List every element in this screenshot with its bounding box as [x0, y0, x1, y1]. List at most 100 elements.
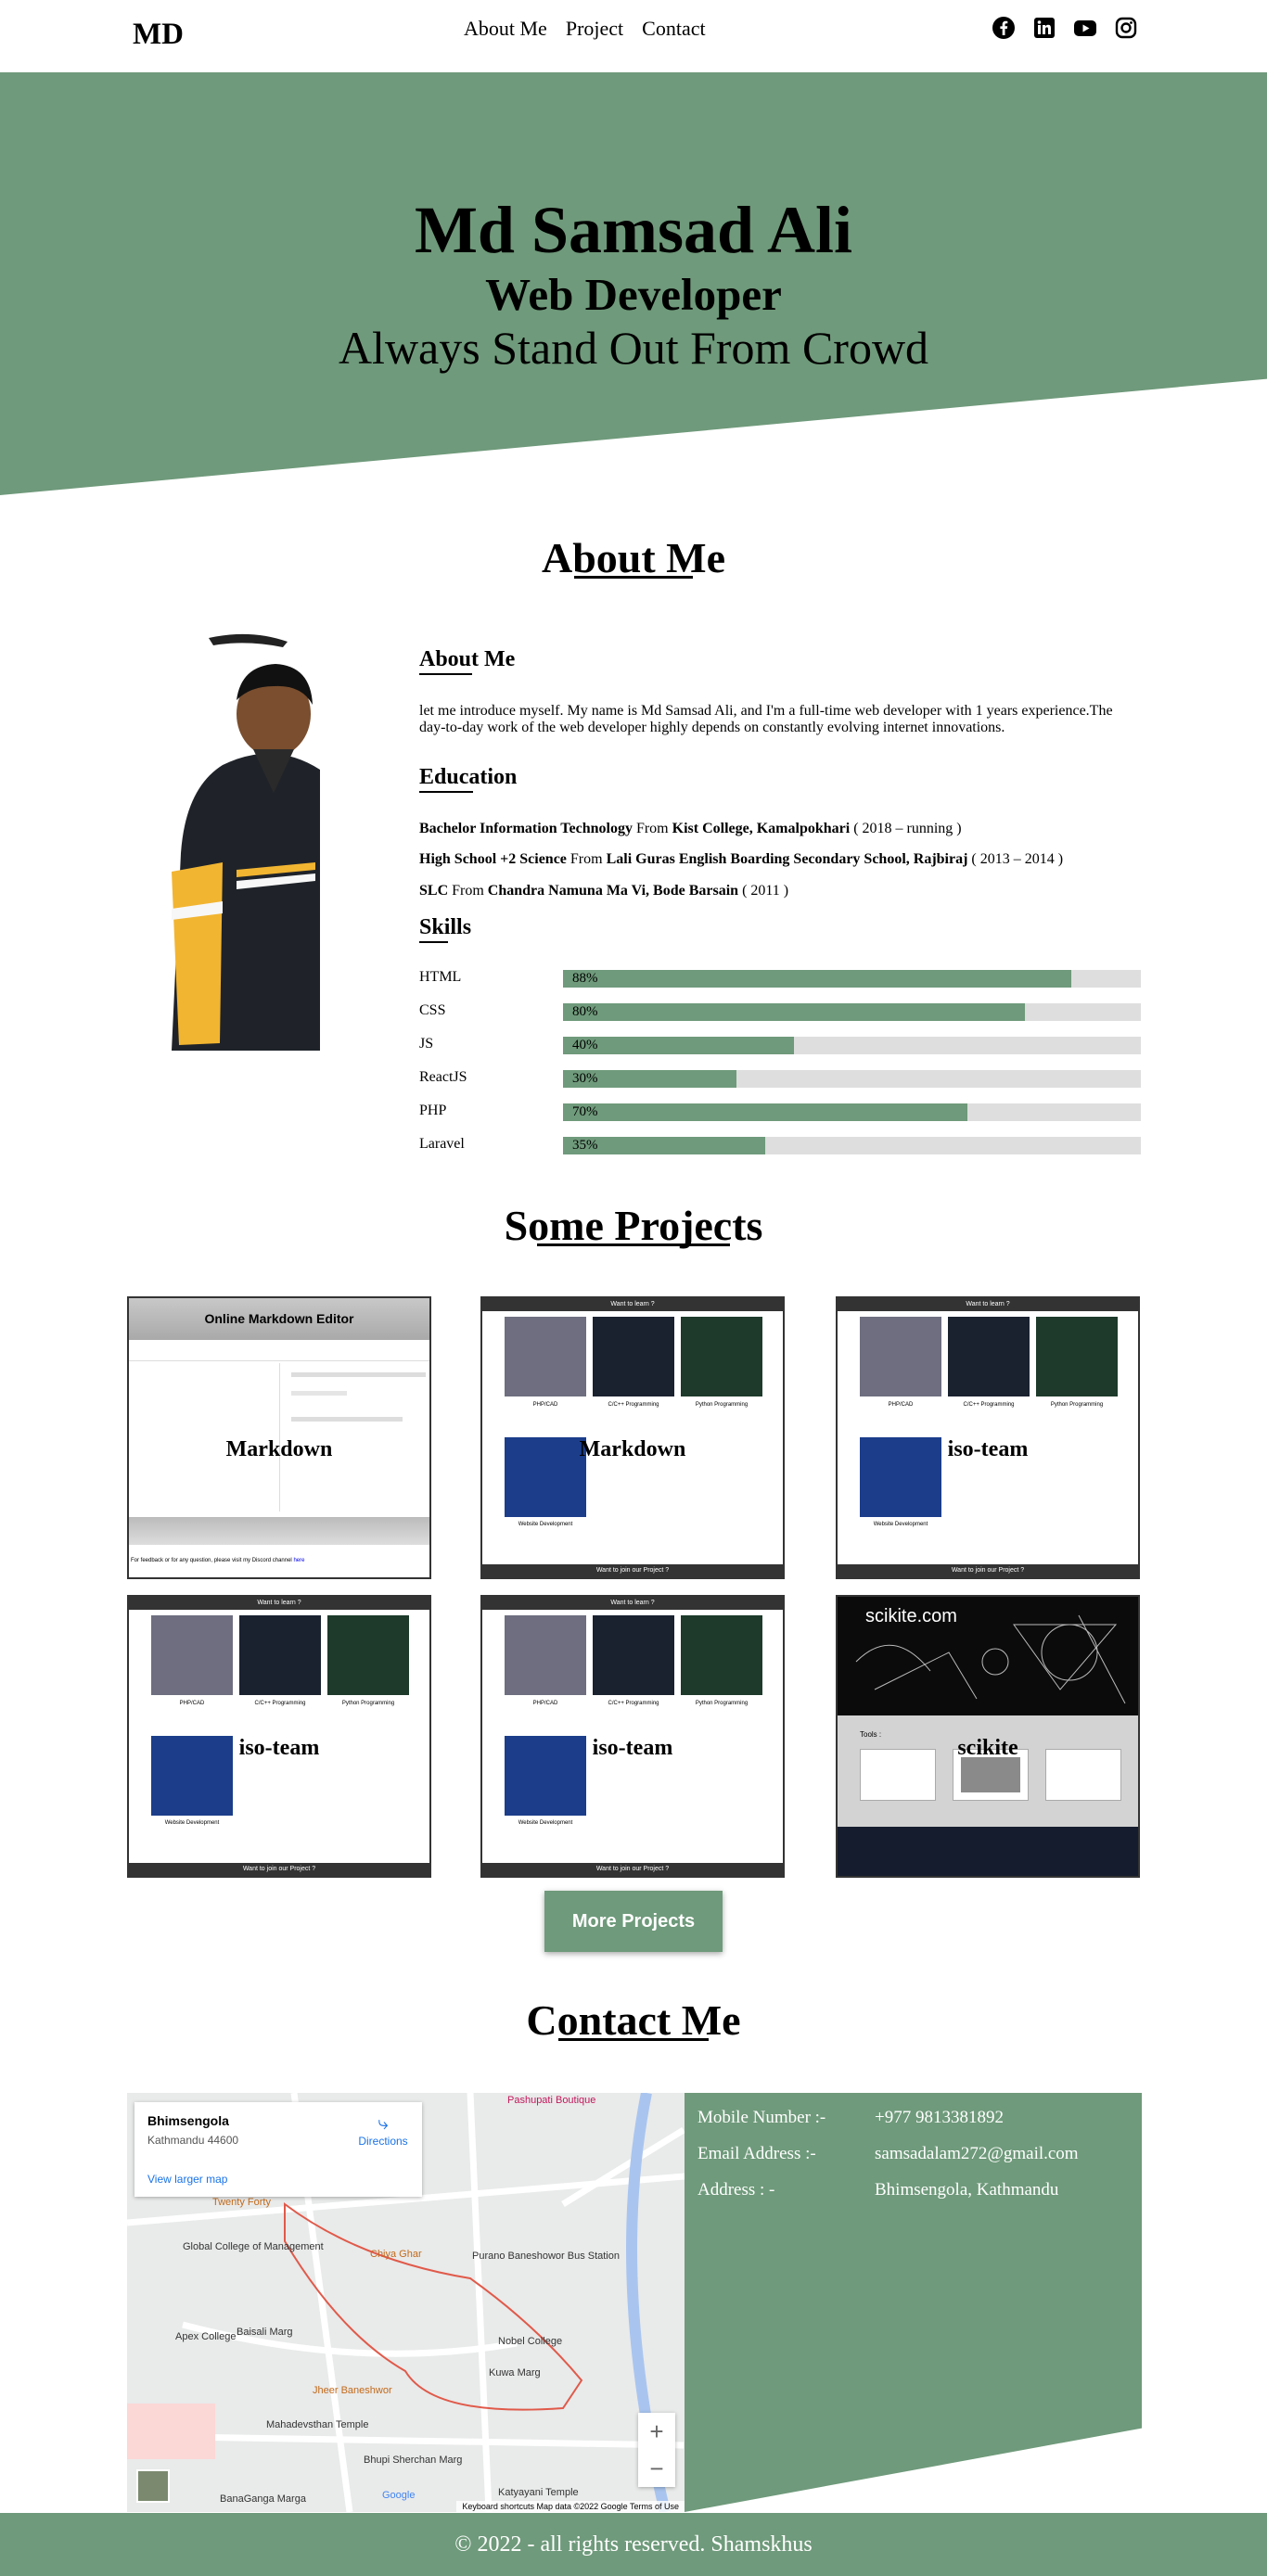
project-card-iso-team[interactable]: Want to learn ? PHP/CAD C/C++ Programming P… [836, 1296, 1140, 1579]
skills-subheading: Skills [419, 915, 472, 943]
scikite-hero: scikite.com [838, 1597, 1138, 1715]
contact-label: Address : - [697, 2180, 775, 2200]
project-card-scikite[interactable]: scikite.com Tools : scikite [836, 1595, 1140, 1878]
skill-bar: 30% [563, 1070, 1141, 1088]
card-top-bar: Want to learn ? [482, 1597, 783, 1610]
project-label: scikite [957, 1736, 1018, 1760]
course-thumb [505, 1317, 586, 1396]
map-label: Bhupi Sherchan Marg [364, 2455, 463, 2466]
education-item: Bachelor Information Technology From Kis… [419, 821, 962, 836]
contact-label: Mobile Number :- [697, 2108, 826, 2127]
map-label: Google [382, 2490, 416, 2501]
course-thumb [593, 1615, 674, 1695]
contact-email[interactable]: samsadalam272@gmail.com [875, 2144, 1079, 2164]
course-thumb [505, 1615, 586, 1695]
satellite-toggle[interactable] [136, 2469, 170, 2503]
hero-name: Md Samsad Ali [414, 193, 853, 267]
course-label: PHP/CAD [532, 1402, 558, 1408]
course-label: Website Development [518, 1522, 573, 1527]
course-thumb [948, 1317, 1030, 1396]
facebook-icon[interactable] [992, 16, 1016, 40]
nav-link-about[interactable]: About Me [464, 17, 547, 41]
project-card-iso-team-2[interactable]: Want to learn ? PHP/CAD C/C++ Programming P… [127, 1595, 431, 1878]
course-thumb [327, 1615, 409, 1695]
about-intro-text: let me introduce myself. My name is Md S… [419, 703, 1113, 735]
map-label: Jheer Baneshwor [313, 2385, 392, 2396]
education-item: SLC From Chandra Namuna Ma Vi, Bode Bars… [419, 883, 789, 899]
skill-bar-fill: 88% [563, 970, 1072, 988]
skill-name: ReactJS [419, 1069, 467, 1085]
google-map[interactable]: Pashupati Boutique Twenty Forty Global Col… [127, 2093, 685, 2512]
course-label: Website Development [518, 1820, 573, 1826]
project-card-iso-team-3[interactable]: Want to learn ? PHP/CAD C/C++ Programming P… [480, 1595, 785, 1878]
scikite-tools-panel: Tools : [838, 1715, 1138, 1827]
site-logo[interactable]: MD [133, 18, 184, 52]
site-footer: © 2022 - all rights reserved. Shamskhus [0, 2513, 1267, 2576]
map-label: Chiya Ghar [370, 2249, 422, 2260]
skill-bar: 35% [563, 1137, 1141, 1154]
map-zoom-controls: + − [638, 2413, 675, 2487]
map-label: Purano Baneshowor Bus Station [472, 2251, 620, 2262]
zoom-in-button[interactable]: + [638, 2413, 675, 2450]
card-bottom-bar: Want to join our Project ? [838, 1564, 1138, 1577]
map-info-card: Bhimsengola Kathmandu 44600 View larger … [134, 2102, 422, 2197]
skill-bar-fill: 70% [563, 1103, 968, 1121]
nav-link-project[interactable]: Project [566, 17, 623, 41]
map-label: Apex College [175, 2331, 237, 2342]
card-top-bar: Want to learn ? [129, 1597, 429, 1610]
map-label: Twenty Forty [212, 2197, 271, 2208]
course-thumb [860, 1317, 941, 1396]
project-card-markdown-2[interactable]: Want to learn ? PHP/CAD C/C++ Programming P… [480, 1296, 785, 1579]
project-card-markdown[interactable]: Online Markdown Editor For feedback or f… [127, 1296, 431, 1579]
course-label: PHP/CAD [179, 1701, 205, 1706]
view-larger-map-link[interactable]: View larger map [147, 2173, 227, 2186]
scikite-brand: scikite.com [865, 1606, 957, 1626]
map-place-name: Bhimsengola [147, 2113, 229, 2128]
directions-button[interactable]: ⤷ Directions [357, 2113, 409, 2148]
linkedin-icon[interactable] [1032, 16, 1056, 40]
skill-name: CSS [419, 1002, 446, 1018]
course-label: Website Development [873, 1522, 928, 1527]
contact-phone[interactable]: +977 9813381892 [875, 2108, 1004, 2128]
about-section-title: About Me [541, 534, 726, 581]
contact-section-title: Contact Me [526, 1996, 741, 2044]
course-label: C/C++ Programming [254, 1701, 306, 1706]
card-top-bar: Want to learn ? [838, 1298, 1138, 1311]
zoom-out-button[interactable]: − [638, 2450, 675, 2487]
contact-label: Email Address :- [697, 2144, 816, 2163]
card-bottom-bar: Want to join our Project ? [482, 1863, 783, 1876]
projects-section-title: Some Projects [504, 1202, 763, 1249]
main-menu: About Me Project Contact [464, 17, 706, 41]
course-label: Website Development [164, 1820, 220, 1826]
more-projects-button[interactable]: More Projects [544, 1891, 723, 1952]
skill-bar-fill: 80% [563, 1003, 1026, 1021]
course-label: C/C++ Programming [608, 1701, 659, 1706]
skill-bar: 40% [563, 1037, 1141, 1054]
course-label: Python Programming [1050, 1402, 1104, 1408]
map-label: Pashupati Boutique [507, 2095, 596, 2106]
course-label: Python Programming [341, 1701, 395, 1706]
course-label: PHP/CAD [888, 1402, 914, 1408]
youtube-icon[interactable] [1073, 16, 1097, 40]
map-label: BanaGanga Marga [220, 2493, 306, 2505]
education-subheading: Education [419, 765, 518, 793]
skill-bar: 80% [563, 1003, 1141, 1021]
skill-name: JS [419, 1036, 434, 1052]
course-label: C/C++ Programming [608, 1402, 659, 1408]
markdown-footer-note: For feedback or for any question, please… [131, 1558, 305, 1563]
hero-tagline: Always Stand Out From Crowd [338, 322, 929, 374]
instagram-icon[interactable] [1114, 16, 1138, 40]
preview-line [291, 1372, 426, 1377]
course-label: Python Programming [695, 1701, 749, 1706]
project-label: iso-team [238, 1736, 320, 1760]
map-label: Mahadevsthan Temple [266, 2419, 369, 2430]
course-label: Python Programming [695, 1402, 749, 1408]
project-label: Markdown [225, 1437, 333, 1461]
skill-bar-fill: 40% [563, 1037, 795, 1054]
map-label: Baisali Marg [237, 2327, 293, 2338]
course-thumb [1036, 1317, 1118, 1396]
card-bottom-bar: Want to join our Project ? [129, 1863, 429, 1876]
markdown-footer-bar [129, 1517, 429, 1545]
course-thumb [681, 1317, 762, 1396]
nav-link-contact[interactable]: Contact [642, 17, 705, 41]
